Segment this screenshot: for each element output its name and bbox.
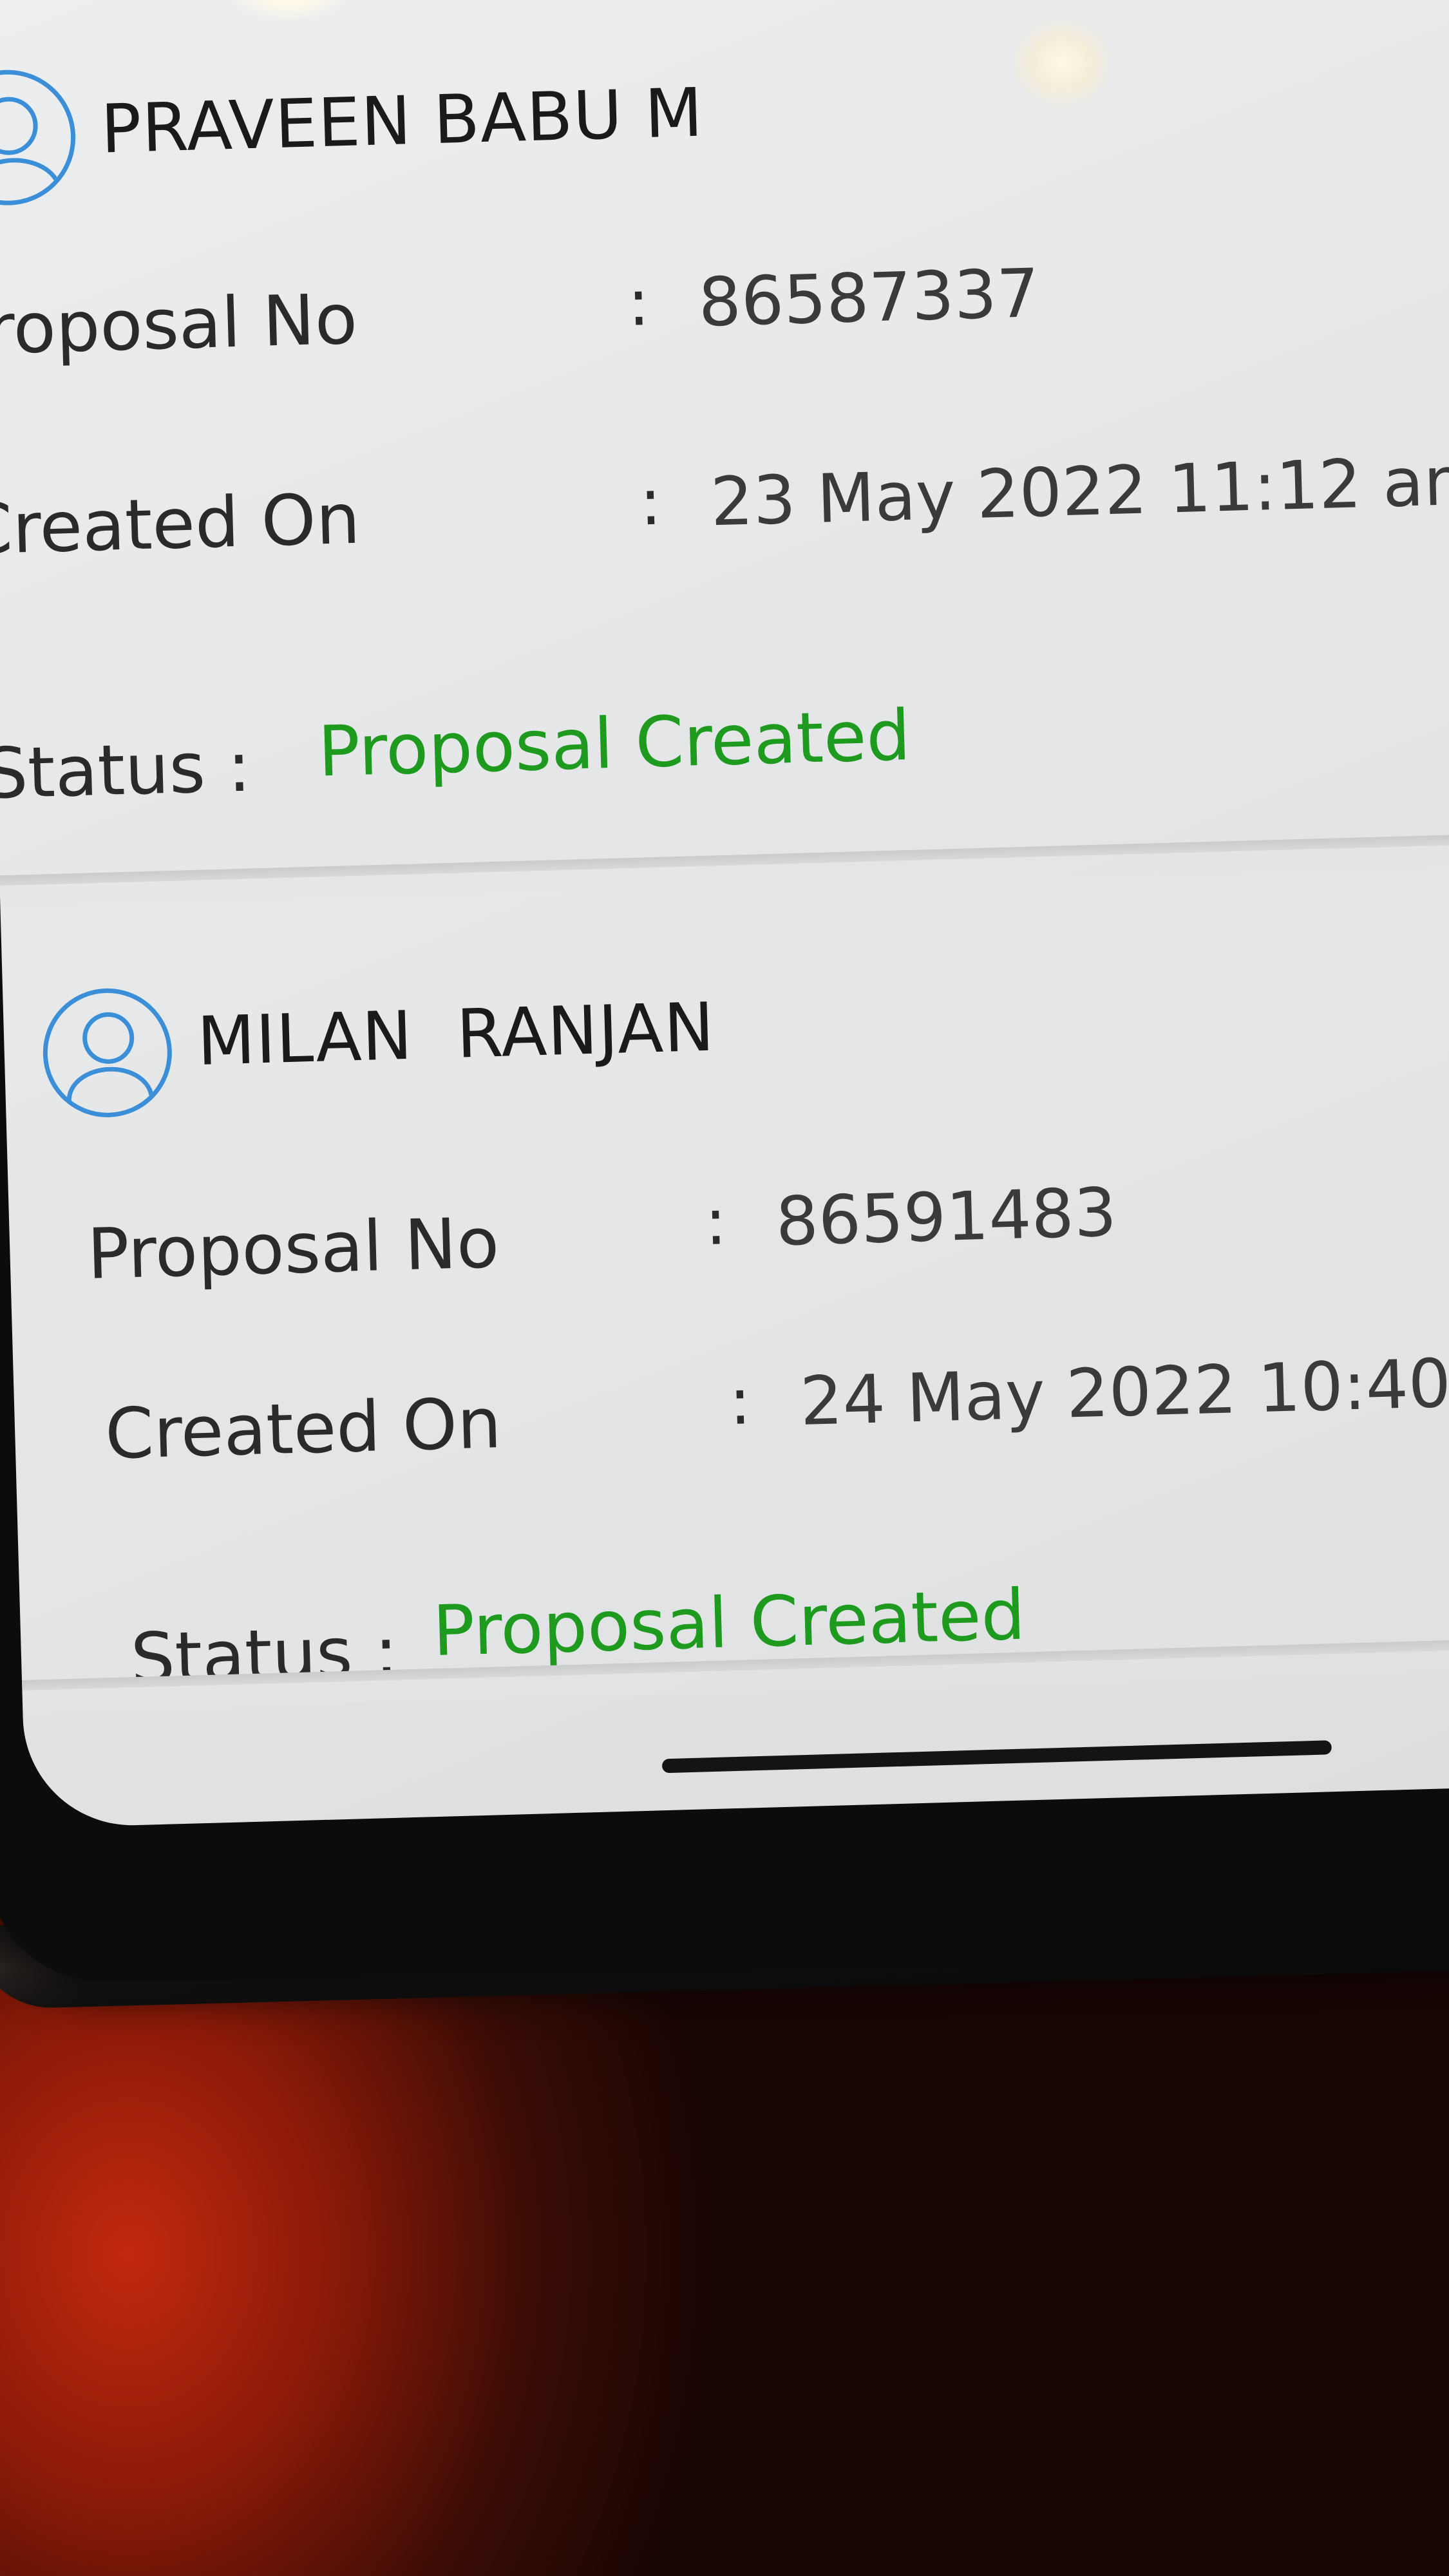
avatar-shoulders xyxy=(0,156,64,207)
customer-name: PRAVEEN BABU M xyxy=(100,73,705,169)
status-value: Proposal Created xyxy=(317,695,912,793)
home-indicator-bar[interactable] xyxy=(661,1740,1332,1774)
avatar-head xyxy=(82,1011,135,1065)
separator-colon: : xyxy=(703,1184,728,1260)
proposal-no-label: Proposal No xyxy=(86,1203,500,1295)
separator-colon: : xyxy=(627,264,650,341)
proposal-no-label: Proposal No xyxy=(0,279,359,372)
created-on-value: 23 May 2022 11:12 am xyxy=(709,440,1449,542)
user-avatar-icon xyxy=(0,68,77,207)
created-on-label: Created On xyxy=(0,478,361,571)
proposal-card[interactable]: PRAVEEN BABU M Proposal No : 86587337 Cr… xyxy=(0,0,1449,869)
separator-colon: : xyxy=(638,464,663,540)
created-on-label: Created On xyxy=(104,1383,503,1475)
avatar-shoulders xyxy=(66,1065,155,1119)
proposal-no-value: 86587337 xyxy=(697,254,1041,342)
avatar-head xyxy=(0,96,39,156)
proposal-no-value: 86591483 xyxy=(774,1173,1118,1261)
phone-screen: PRAVEEN BABU M Proposal No : 86587337 Cr… xyxy=(0,0,1449,1828)
status-label: Status : xyxy=(129,1611,399,1700)
customer-name: MILAN RANJAN xyxy=(196,987,716,1081)
separator-colon: : xyxy=(728,1363,752,1440)
status-label: Status : xyxy=(0,726,252,815)
